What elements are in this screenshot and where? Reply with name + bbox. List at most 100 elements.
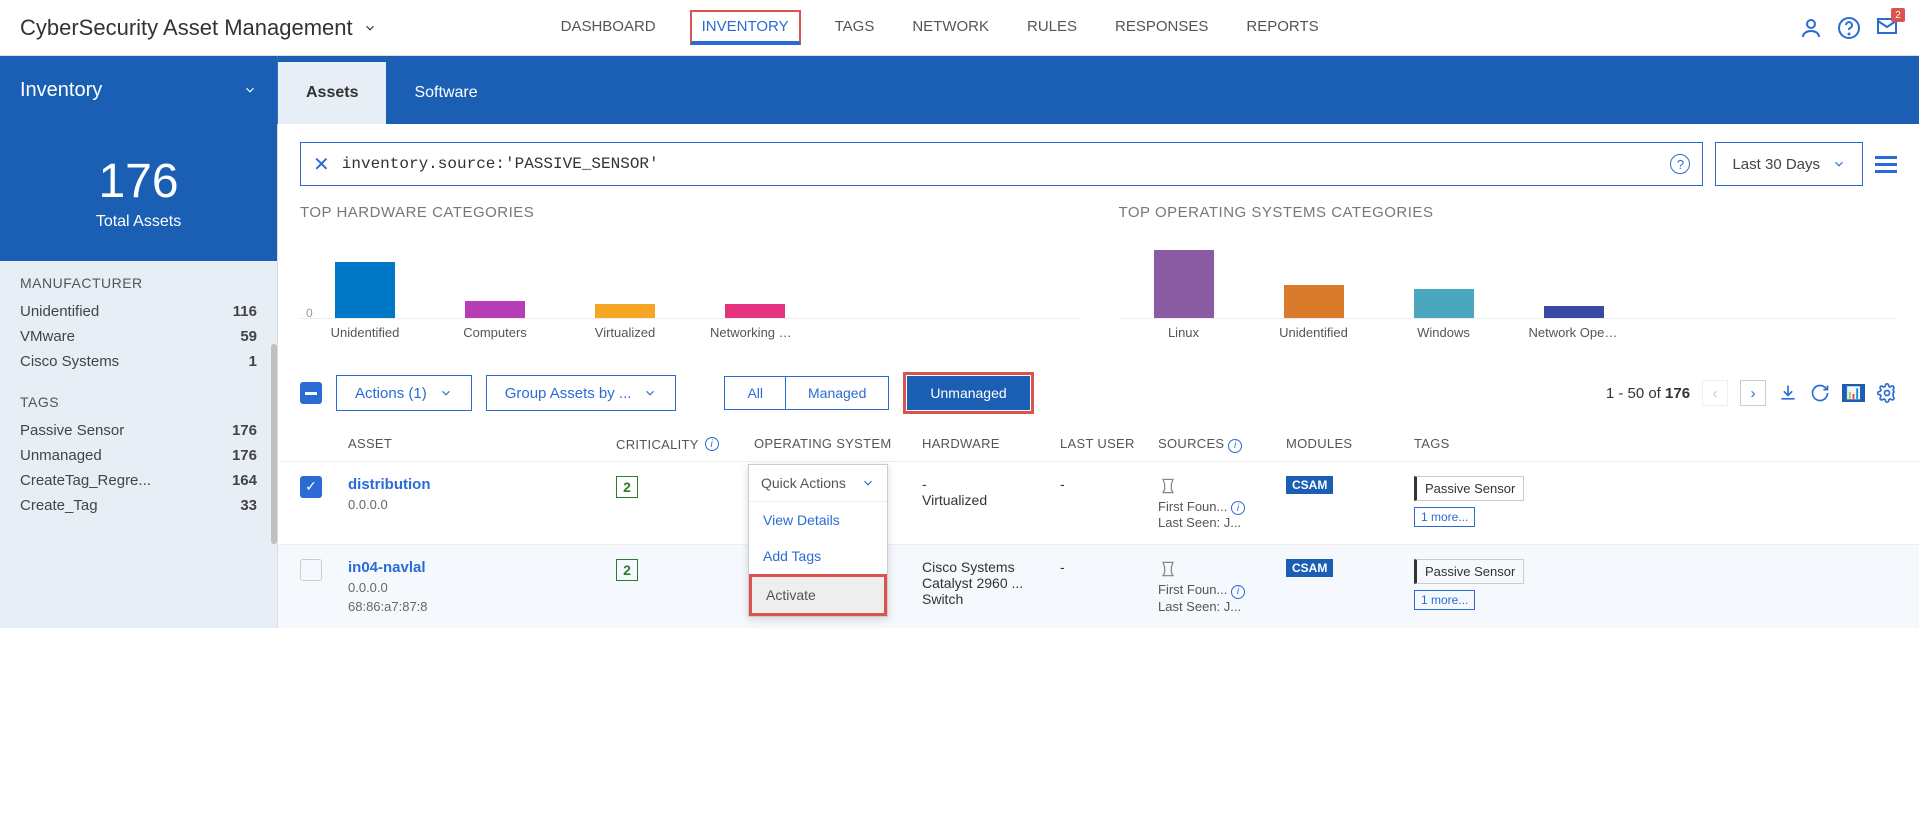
facet-title: TAGS: [20, 394, 257, 410]
popup-activate[interactable]: Activate: [749, 574, 887, 616]
col-os[interactable]: OPERATING SYSTEM: [754, 436, 914, 453]
nav-rules[interactable]: RULES: [1023, 10, 1081, 45]
info-icon[interactable]: i: [1228, 439, 1242, 453]
pager-text: 1 - 50 of 176: [1606, 385, 1690, 402]
section-title-bar[interactable]: Inventory: [0, 56, 278, 124]
info-icon[interactable]: i: [1231, 585, 1245, 599]
row-checkbox[interactable]: [300, 559, 322, 581]
date-range-select[interactable]: Last 30 Days: [1715, 142, 1863, 186]
chart-bar[interactable]: [580, 304, 670, 318]
chart-bar[interactable]: [1529, 306, 1619, 318]
chart-title: TOP HARDWARE CATEGORIES: [300, 204, 1079, 221]
sources-cell: First Foun... i Last Seen: J...: [1158, 476, 1278, 531]
chart-bar[interactable]: [1399, 289, 1489, 318]
chart-category-label: Virtualized: [580, 325, 670, 340]
chevron-down-icon[interactable]: [363, 21, 377, 35]
nav-network[interactable]: NETWORK: [908, 10, 993, 45]
asset-name-link[interactable]: in04-navlal: [348, 559, 608, 576]
chart-category-label: Windows: [1399, 325, 1489, 340]
col-sources[interactable]: SOURCES i: [1158, 436, 1278, 453]
nav-dashboard[interactable]: DASHBOARD: [557, 10, 660, 45]
clear-icon[interactable]: ✕: [313, 152, 330, 177]
facet-item[interactable]: VMware59: [20, 324, 257, 349]
download-icon[interactable]: [1778, 383, 1798, 403]
facet-item[interactable]: CreateTag_Regre...164: [20, 468, 257, 493]
chevron-down-icon: [439, 386, 453, 400]
tag-badge[interactable]: Passive Sensor: [1414, 476, 1524, 501]
os-chart: TOP OPERATING SYSTEMS CATEGORIES LinuxUn…: [1119, 204, 1898, 340]
chart-bar[interactable]: [1139, 250, 1229, 318]
popup-add-tags[interactable]: Add Tags: [749, 538, 887, 574]
search-help-icon[interactable]: ?: [1670, 154, 1690, 174]
chart-category-label: Unidentified: [1269, 325, 1359, 340]
hamburger-icon[interactable]: [1875, 156, 1897, 173]
nav-reports[interactable]: REPORTS: [1242, 10, 1322, 45]
chevron-down-icon: [243, 83, 257, 97]
table-toolbar: Actions (1) Group Assets by ... All Mana…: [278, 358, 1919, 428]
lastuser-cell: -: [1060, 476, 1150, 492]
chart-y-label: 0: [306, 306, 313, 320]
tab-assets[interactable]: Assets: [278, 62, 386, 124]
col-tags[interactable]: TAGS: [1414, 436, 1544, 453]
tab-software[interactable]: Software: [386, 62, 505, 124]
facet-item[interactable]: Cisco Systems1: [20, 349, 257, 374]
row-checkbox[interactable]: ✓: [300, 476, 322, 498]
asset-mac: 68:86:a7:87:8: [348, 599, 608, 614]
facet-item[interactable]: Unidentified116: [20, 299, 257, 324]
nav-responses[interactable]: RESPONSES: [1111, 10, 1212, 45]
select-all-checkbox[interactable]: [300, 382, 322, 404]
mail-notification[interactable]: 2: [1875, 14, 1899, 41]
info-icon[interactable]: i: [705, 437, 719, 451]
popup-view-details[interactable]: View Details: [749, 502, 887, 538]
module-badge: CSAM: [1286, 559, 1333, 577]
pager-prev[interactable]: ‹: [1702, 380, 1728, 406]
asset-ip: 0.0.0.0: [348, 497, 608, 512]
facet-title: MANUFACTURER: [20, 275, 257, 291]
chevron-down-icon: [1832, 157, 1846, 171]
pager-next[interactable]: ›: [1740, 380, 1766, 406]
popup-title[interactable]: Quick Actions: [749, 465, 887, 502]
section-tabs: Assets Software: [278, 56, 506, 124]
col-hardware[interactable]: HARDWARE: [922, 436, 1052, 453]
pill-unmanaged[interactable]: Unmanaged: [907, 376, 1029, 410]
user-icon[interactable]: [1799, 16, 1823, 40]
facet-item[interactable]: Create_Tag33: [20, 493, 257, 518]
refresh-icon[interactable]: [1810, 383, 1830, 403]
col-asset[interactable]: ASSET: [348, 436, 608, 453]
search-row: ✕ inventory.source:'PASSIVE_SENSOR' ? La…: [278, 124, 1919, 204]
pill-managed[interactable]: Managed: [786, 377, 888, 409]
col-criticality[interactable]: CRITICALITY i: [616, 436, 746, 453]
actions-button[interactable]: Actions (1): [336, 375, 472, 411]
facet-item[interactable]: Unmanaged176: [20, 443, 257, 468]
chart-bar[interactable]: [450, 301, 540, 318]
facet-manufacturer: MANUFACTURER Unidentified116 VMware59 Ci…: [0, 261, 277, 380]
chart-bar[interactable]: [710, 304, 800, 318]
col-modules[interactable]: MODULES: [1286, 436, 1406, 453]
pill-all[interactable]: All: [725, 377, 786, 409]
app-title: CyberSecurity Asset Management: [20, 15, 377, 41]
toolbar-right: 1 - 50 of 176 ‹ › 📊: [1606, 380, 1897, 406]
scrollbar[interactable]: [271, 344, 277, 544]
tag-badge[interactable]: Passive Sensor: [1414, 559, 1524, 584]
tag-more-link[interactable]: 1 more...: [1414, 507, 1475, 527]
chart-bar[interactable]: [320, 262, 410, 318]
info-icon[interactable]: i: [1231, 501, 1245, 515]
chart-bars: 0: [300, 229, 1079, 319]
chart-category-label: Unidentified: [320, 325, 410, 340]
search-input[interactable]: ✕ inventory.source:'PASSIVE_SENSOR' ?: [300, 142, 1703, 186]
nav-tags[interactable]: TAGS: [831, 10, 879, 45]
help-icon[interactable]: [1837, 16, 1861, 40]
col-lastuser[interactable]: LAST USER: [1060, 436, 1150, 453]
chart-bar[interactable]: [1269, 285, 1359, 318]
nav-inventory[interactable]: INVENTORY: [690, 10, 801, 45]
tag-more-link[interactable]: 1 more...: [1414, 590, 1475, 610]
group-by-button[interactable]: Group Assets by ...: [486, 375, 677, 411]
quick-actions-popup: Quick Actions View Details Add Tags Acti…: [748, 464, 888, 617]
header-nav: DASHBOARD INVENTORY TAGS NETWORK RULES R…: [557, 10, 1323, 45]
facet-item[interactable]: Passive Sensor176: [20, 418, 257, 443]
asset-name-link[interactable]: distribution: [348, 476, 608, 493]
sensor-icon: [1158, 476, 1178, 496]
chart-category-label: Computers: [450, 325, 540, 340]
chart-icon[interactable]: 📊: [1842, 384, 1865, 402]
gear-icon[interactable]: [1877, 383, 1897, 403]
